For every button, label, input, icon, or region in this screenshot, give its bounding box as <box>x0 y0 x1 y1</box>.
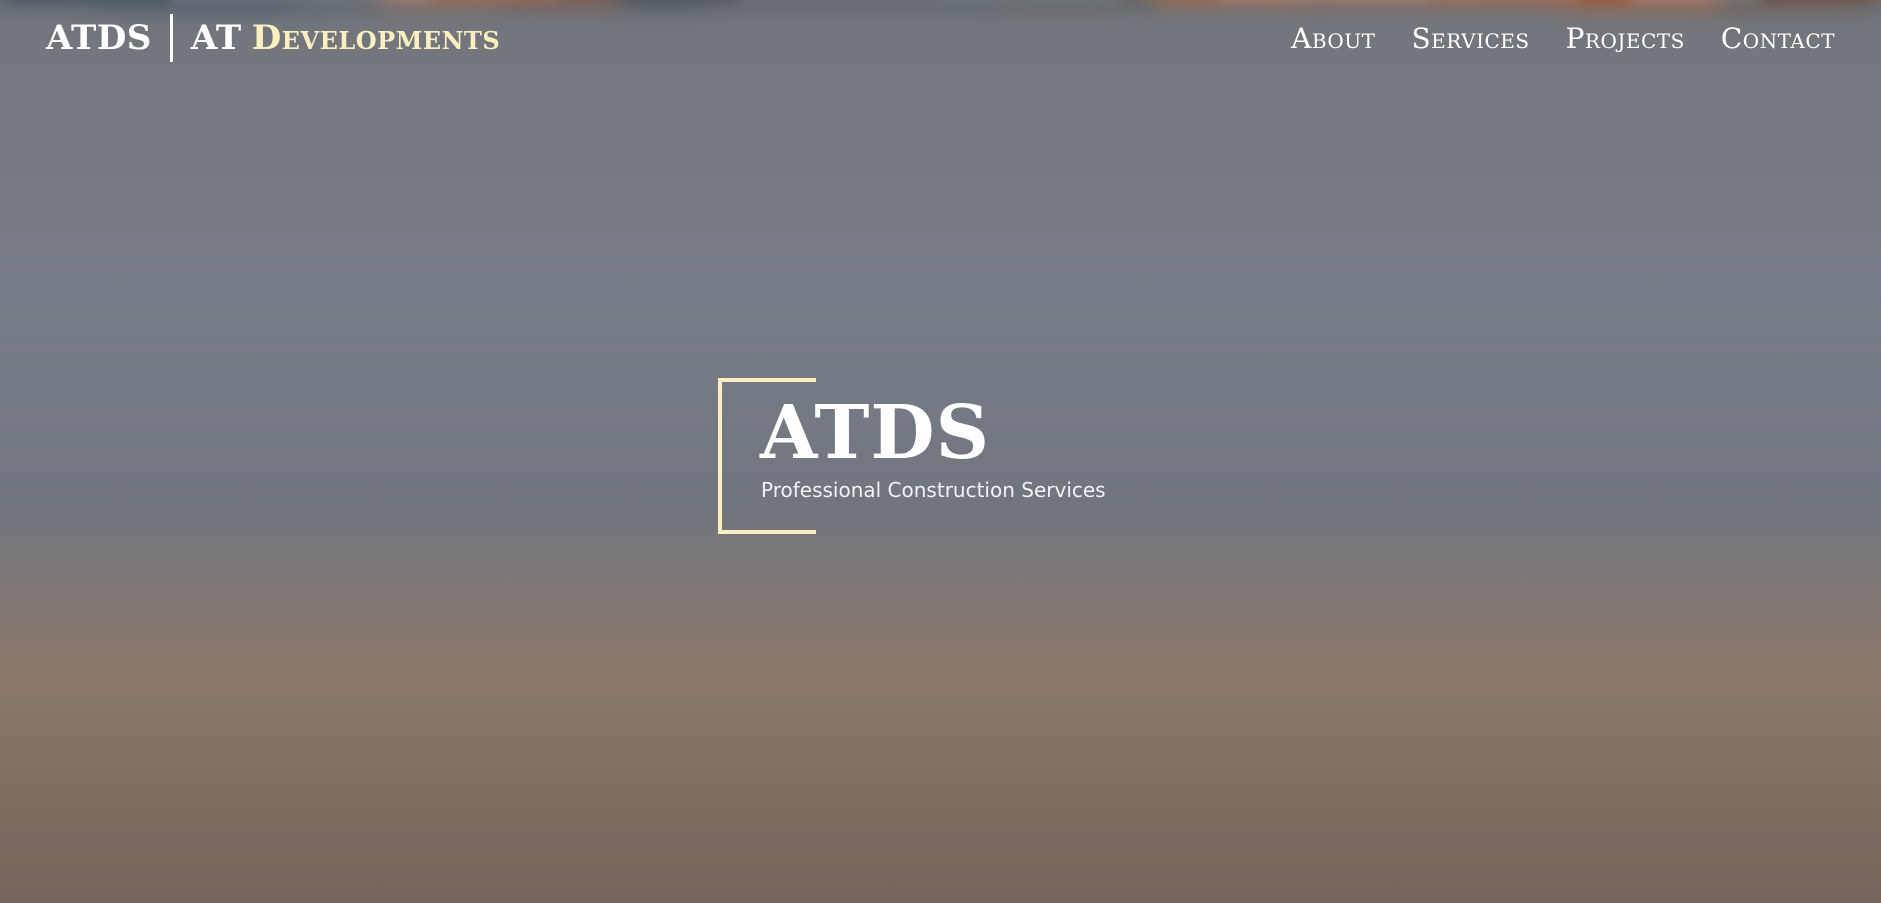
top-navbar: ATDS AT Developments About Services Proj… <box>0 0 1881 80</box>
nav-link-contact[interactable]: Contact <box>1721 22 1835 55</box>
brand-divider <box>169 14 173 62</box>
nav-link-services[interactable]: Services <box>1412 22 1530 55</box>
hero-title: ATDS <box>760 390 991 476</box>
hero-section: ATDS AT Developments About Services Proj… <box>0 0 1881 903</box>
hero-title-card: ATDS Professional Construction Services <box>718 378 1138 534</box>
nav-link-about[interactable]: About <box>1291 22 1375 55</box>
brand-full-prefix: AT <box>190 18 242 58</box>
brand-logo[interactable]: ATDS AT Developments <box>46 14 500 62</box>
brand-short-name: ATDS <box>46 18 152 58</box>
nav-menu: About Services Projects Contact <box>1291 22 1835 55</box>
brand-full-rest: Developments <box>251 18 501 58</box>
hero-subtitle: Professional Construction Services <box>761 478 1106 502</box>
nav-link-projects[interactable]: Projects <box>1566 22 1685 55</box>
